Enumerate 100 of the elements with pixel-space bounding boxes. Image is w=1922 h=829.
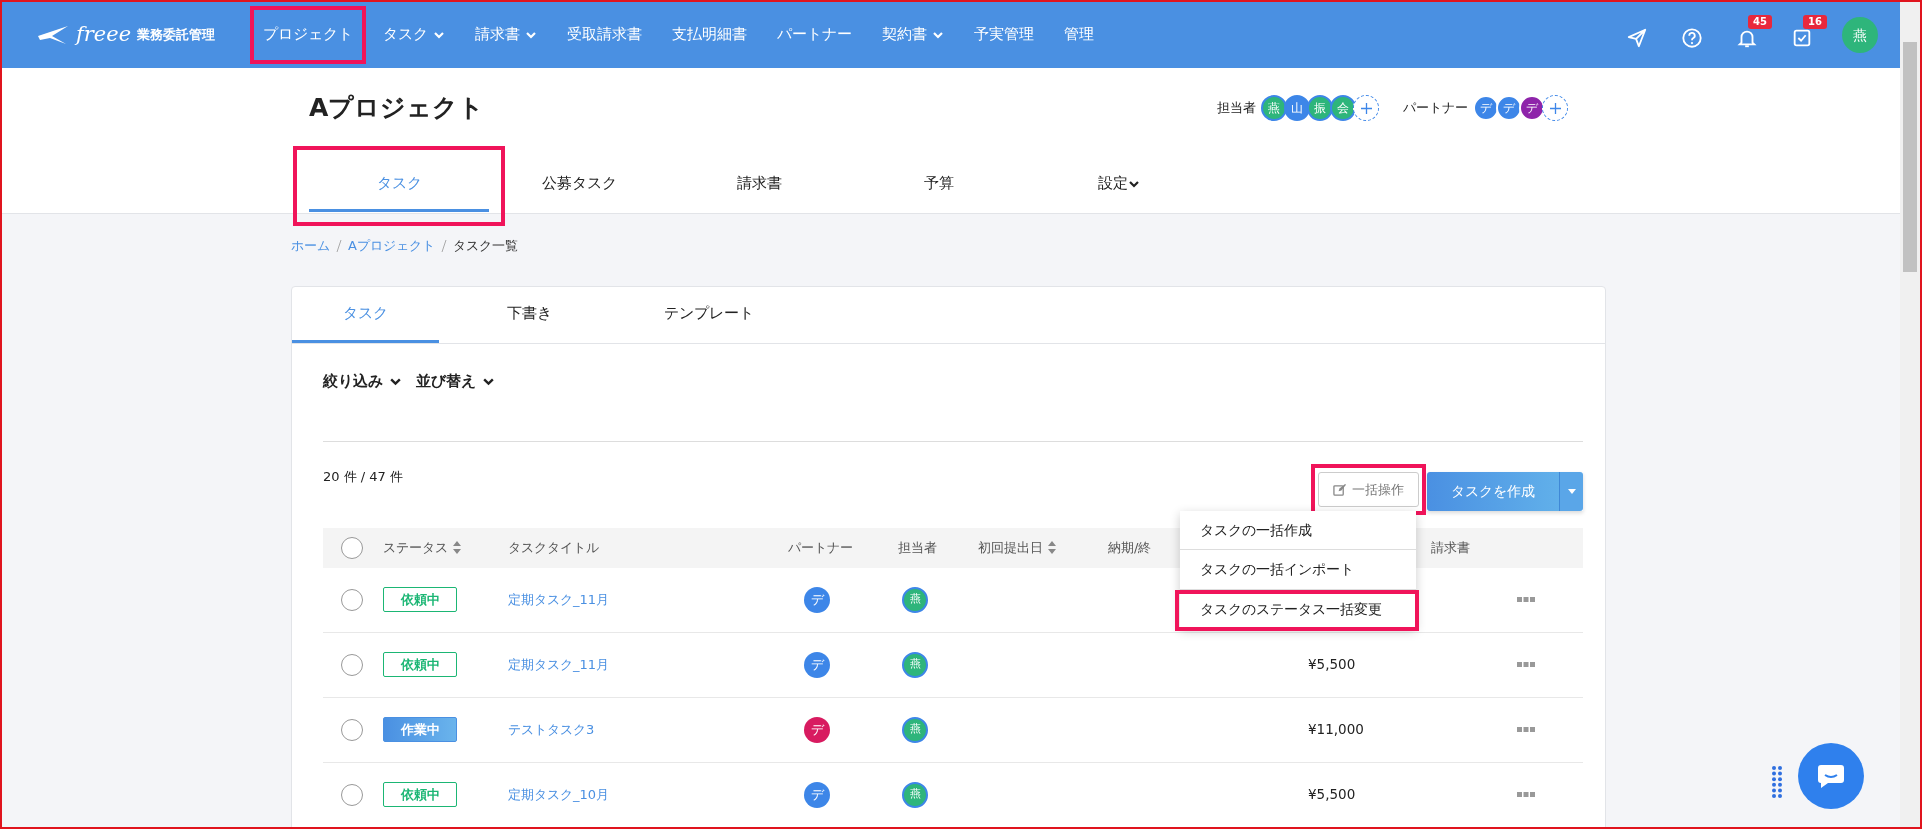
nav-item[interactable]: 請求書 <box>471 18 542 52</box>
nav-item[interactable]: 支払明細書 <box>668 18 752 52</box>
more-options-button[interactable] <box>1517 662 1535 667</box>
send-icon <box>1626 27 1648 49</box>
more-options-button[interactable] <box>1517 727 1535 732</box>
project-tab[interactable]: 請求書 <box>669 160 849 212</box>
status-badge: 依頼中 <box>383 781 457 808</box>
menu-item[interactable]: タスクの一括作成 <box>1180 511 1416 550</box>
member-avatar: デ <box>1473 95 1499 121</box>
project-tab[interactable]: 予算 <box>849 160 1029 212</box>
user-avatar[interactable]: 燕 <box>1842 17 1878 53</box>
menu-item[interactable]: タスクの一括インポート <box>1180 550 1416 589</box>
project-title: Aプロジェクト <box>309 92 485 125</box>
add-member-button[interactable] <box>1542 95 1568 121</box>
scrollbar[interactable] <box>1900 2 1920 827</box>
label: 担当者 <box>1217 99 1256 118</box>
status-badge: 依頼中 <box>383 651 457 678</box>
column-header: 請求書 <box>1431 538 1470 557</box>
member-avatar: 山 <box>1284 95 1310 121</box>
assignee-avatar: 燕 <box>902 651 928 678</box>
column-header: タスクタイトル <box>508 538 599 557</box>
column-header: 担当者 <box>898 538 937 557</box>
partner-avatar: デ <box>804 716 830 743</box>
chevron-down-icon <box>433 29 446 41</box>
filter-dropdown[interactable]: 絞り込み <box>323 370 402 393</box>
row-checkbox[interactable] <box>341 718 363 741</box>
task-tab[interactable]: テンプレート <box>619 286 799 343</box>
more-icon <box>1517 597 1535 602</box>
sort-icon <box>452 541 462 554</box>
notification-count: 16 <box>1803 15 1827 29</box>
drag-handle-icon <box>1772 765 1782 799</box>
filter-dropdown[interactable]: 並び替え <box>416 370 495 393</box>
project-tab[interactable]: 設定 <box>1029 160 1209 212</box>
column-header[interactable]: ステータス <box>383 537 462 558</box>
column-header: パートナー <box>788 538 853 557</box>
more-options-button[interactable] <box>1517 792 1535 797</box>
nav-item[interactable]: 受取請求書 <box>563 18 647 52</box>
member-avatar: 振 <box>1307 95 1333 121</box>
assignee-avatar: 燕 <box>902 716 928 743</box>
breadcrumb-separator-icon <box>440 238 447 253</box>
nav-item[interactable]: タスク <box>379 18 450 52</box>
row-checkbox[interactable] <box>341 588 363 611</box>
member-avatar: デ <box>1496 95 1522 121</box>
row-checkbox[interactable] <box>341 653 363 676</box>
task-title-link[interactable]: 定期タスク_10月 <box>508 787 610 802</box>
sort-icon <box>1047 541 1057 554</box>
project-tab[interactable]: 公募タスク <box>489 160 669 212</box>
bulk-action-button[interactable]: 一括操作 <box>1318 471 1419 507</box>
amount: ¥5,500 <box>1308 786 1356 802</box>
label: パートナー <box>1403 99 1468 118</box>
nav-item[interactable]: パートナー <box>773 18 857 52</box>
edit-icon <box>1333 482 1346 496</box>
add-member-button[interactable] <box>1353 95 1379 121</box>
create-task-button[interactable]: タスクを作成 <box>1427 471 1559 511</box>
nav-item[interactable]: 予実管理 <box>970 18 1039 52</box>
column-header[interactable]: 初回提出日 <box>978 537 1057 558</box>
brand-logo-text: freee <box>76 21 132 49</box>
checkbox-icon <box>1791 27 1813 49</box>
row-checkbox[interactable] <box>341 783 363 806</box>
partner-avatar: デ <box>804 586 830 613</box>
more-options-button[interactable] <box>1517 597 1535 602</box>
project-tab[interactable]: タスク <box>309 160 489 212</box>
assignee-avatar: 燕 <box>902 586 928 613</box>
breadcrumb-separator-icon <box>336 238 342 253</box>
partner-avatar: デ <box>804 781 830 808</box>
status-badge: 作業中 <box>383 716 457 743</box>
nav-item[interactable]: 契約書 <box>878 18 949 52</box>
result-count: 20 件 / 47 件 <box>323 467 403 486</box>
breadcrumb-link[interactable]: ホーム <box>291 236 330 256</box>
member-avatar: 会 <box>1330 95 1356 121</box>
task-title-link[interactable]: 定期タスク_11月 <box>508 657 610 672</box>
select-all-checkbox[interactable] <box>341 536 363 559</box>
product-name: 業務委託管理 <box>137 26 216 45</box>
member-avatar: 燕 <box>1261 95 1287 121</box>
amount: ¥5,500 <box>1308 656 1356 672</box>
column-header: 納期/終 <box>1108 538 1152 557</box>
task-tab[interactable]: 下書き <box>439 286 619 343</box>
more-icon <box>1517 662 1535 667</box>
chevron-down-icon <box>525 29 538 41</box>
nav-item[interactable]: プロジェクト <box>259 18 358 52</box>
caret-icon <box>1567 488 1576 494</box>
task-title-link[interactable]: 定期タスク_11月 <box>508 592 610 607</box>
breadcrumb-current: タスク一覧 <box>452 237 518 255</box>
more-icon <box>1517 792 1535 797</box>
member-avatar: デ <box>1519 95 1545 121</box>
partner-avatar: デ <box>804 651 830 678</box>
breadcrumb-link[interactable]: Aプロジェクト <box>348 236 435 256</box>
help-icon <box>1681 27 1703 49</box>
assignee-avatar: 燕 <box>902 781 928 808</box>
more-icon <box>1517 727 1535 732</box>
status-badge: 依頼中 <box>383 586 457 613</box>
amount: ¥11,000 <box>1308 721 1364 737</box>
plus-icon <box>1360 102 1372 114</box>
dropdown-toggle-button[interactable] <box>1559 471 1583 511</box>
notification-count: 45 <box>1748 15 1772 29</box>
task-tab[interactable]: タスク <box>292 286 439 343</box>
nav-item[interactable]: 管理 <box>1060 18 1099 52</box>
plus-icon <box>1549 102 1561 114</box>
task-title-link[interactable]: テストタスク3 <box>508 722 595 737</box>
chevron-down-icon <box>932 29 945 41</box>
